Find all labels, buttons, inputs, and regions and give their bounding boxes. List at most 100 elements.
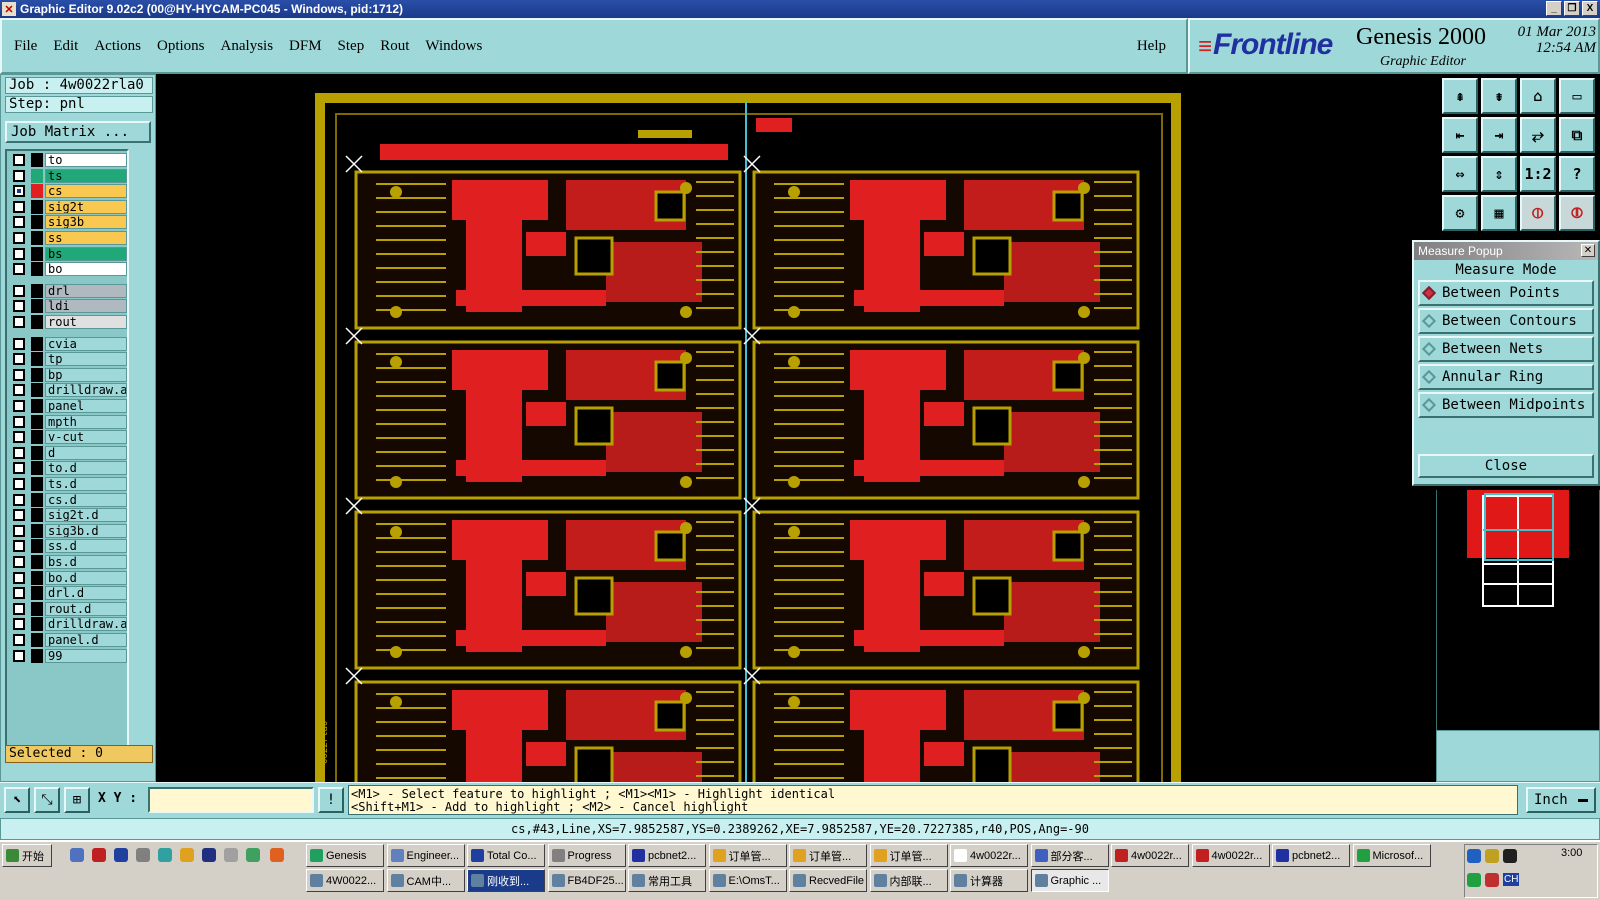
layer-checkbox[interactable] [13,247,25,260]
layer-row[interactable]: ss [9,231,127,245]
layer-row[interactable]: bs [9,246,127,261]
taskbar-button[interactable]: E:\OmsT... [708,869,787,892]
layer-row[interactable]: rout.d [9,601,127,616]
taskbar-button[interactable]: Genesis [306,844,384,867]
fit-icon[interactable]: ▭ [1559,78,1595,114]
layer-checkbox[interactable] [13,446,25,459]
taskbar-button[interactable]: Microsof... [1352,844,1431,867]
layer-checkbox[interactable] [13,462,25,475]
layer-row[interactable]: sig2t [9,199,127,214]
select-tool-icon[interactable]: ⬉ [4,787,30,813]
taskbar-button[interactable]: Total Co... [467,844,545,867]
taskbar-button[interactable]: 4w0022r... [950,844,1028,867]
pan-left-icon[interactable]: ⇤ [1442,117,1478,153]
tray-icon[interactable] [1467,849,1481,863]
layer-row[interactable]: to [9,153,127,167]
layer-checkbox[interactable] [13,185,25,198]
quicklaunch-icon[interactable] [136,848,150,862]
taskbar-button[interactable]: pcbnet2... [628,844,706,867]
layer-row[interactable]: rout [9,315,127,329]
menu-actions[interactable]: Actions [94,38,141,55]
taskbar-button[interactable]: 订单管... [869,844,948,867]
layer-row[interactable]: tp [9,352,127,367]
layer-row[interactable]: bp [9,367,127,382]
layer-checkbox[interactable] [13,263,25,276]
step-icon[interactable]: ⥂ [1520,117,1556,153]
taskbar-button[interactable]: 4w0022r... [1111,844,1189,867]
layer-row[interactable]: sig2t.d [9,508,127,523]
taskbar-button[interactable]: 订单管... [789,844,867,867]
layer-checkbox[interactable] [13,400,25,412]
layer-row[interactable]: 99 [9,648,127,663]
menu-analysis[interactable]: Analysis [221,38,274,55]
layer-row[interactable]: drilldraw.ai [9,617,127,632]
taskbar-button[interactable]: 订单管... [708,844,787,867]
menu-help[interactable]: Help [1137,38,1166,55]
layer-checkbox[interactable] [13,154,25,166]
layer-checkbox[interactable] [13,384,25,397]
tray-icon[interactable] [1485,849,1499,863]
fit-width-icon[interactable]: ⇔ [1442,156,1478,192]
menu-rout[interactable]: Rout [380,38,409,55]
taskbar-button[interactable]: RecvedFile [789,869,867,892]
layer-checkbox[interactable] [13,415,25,428]
menu-options[interactable]: Options [157,38,205,55]
pan-right-icon[interactable]: ⇥ [1481,117,1517,153]
pcb-panel-drawing[interactable]: 0022rla0 [156,74,1436,840]
layer-checkbox[interactable] [13,316,25,328]
layer-row[interactable]: cs.d [9,492,127,507]
graphic-canvas[interactable]: 0022rla0 [156,74,1436,840]
zoom-out-icon[interactable]: ⇟ [1481,78,1517,114]
taskbar-button[interactable]: 内部联... [869,869,948,892]
quicklaunch-icon[interactable] [92,848,106,862]
home-icon[interactable]: ⌂ [1520,78,1556,114]
layer-checkbox[interactable] [13,284,25,297]
taskbar-button[interactable]: 刚收到... [467,869,545,892]
grid-snap-icon[interactable]: ⊞ [64,787,90,813]
layer-checkbox[interactable] [13,232,25,244]
layer-row[interactable]: cvia [9,336,127,351]
grid-icon[interactable]: ▦ [1481,195,1517,231]
tray-icon[interactable] [1485,873,1499,887]
tools-icon[interactable]: ⚙ [1442,195,1478,231]
menu-dfm[interactable]: DFM [289,38,322,55]
start-button[interactable]: 开始 [2,844,52,867]
taskbar-button[interactable]: CAM中... [386,869,465,892]
layer-row[interactable]: ts [9,168,127,183]
zoom-in-icon[interactable]: ⇞ [1442,78,1478,114]
popup-title-bar[interactable]: Measure Popup ✕ [1414,242,1598,260]
panel-minimap[interactable] [1436,490,1600,730]
layer-row[interactable]: mpth [9,414,127,429]
layer-checkbox[interactable] [13,571,25,584]
layer-row[interactable]: ss.d [9,539,127,554]
layer-row[interactable]: bs.d [9,555,127,569]
layer-checkbox[interactable] [13,353,25,366]
layer-row[interactable]: cs [9,184,127,199]
job-matrix-button[interactable]: Job Matrix ... [5,121,151,143]
quicklaunch-icon[interactable] [270,848,284,862]
layer-checkbox[interactable] [13,478,25,490]
menu-step[interactable]: Step [338,38,365,55]
layer-checkbox[interactable] [13,509,25,522]
layer-checkbox[interactable] [13,649,25,662]
layer-row[interactable]: panel [9,399,127,413]
measure-option[interactable]: Between Nets [1418,336,1594,362]
quicklaunch-icon[interactable] [180,848,194,862]
ime-indicator[interactable]: CH [1503,873,1520,886]
taskbar-button[interactable]: 部分客... [1030,844,1109,867]
layer-row[interactable]: ts.d [9,477,127,491]
measure-option[interactable]: Between Midpoints [1418,392,1594,418]
layer-checkbox[interactable] [13,602,25,615]
taskbar-button[interactable]: Engineer... [386,844,465,867]
layer-checkbox[interactable] [13,368,25,381]
close-button[interactable]: X [1582,1,1598,16]
taskbar-button[interactable]: Graphic ... [1030,869,1109,892]
layer-checkbox[interactable] [13,587,25,600]
restore-button[interactable]: ❐ [1564,1,1580,16]
tray-icon[interactable] [1467,873,1481,887]
taskbar-button[interactable]: 计算器 [950,869,1028,892]
layer-checkbox[interactable] [13,540,25,553]
quicklaunch-icon[interactable] [202,848,216,862]
quicklaunch-icon[interactable] [246,848,260,862]
quicklaunch-icon[interactable] [224,848,238,862]
